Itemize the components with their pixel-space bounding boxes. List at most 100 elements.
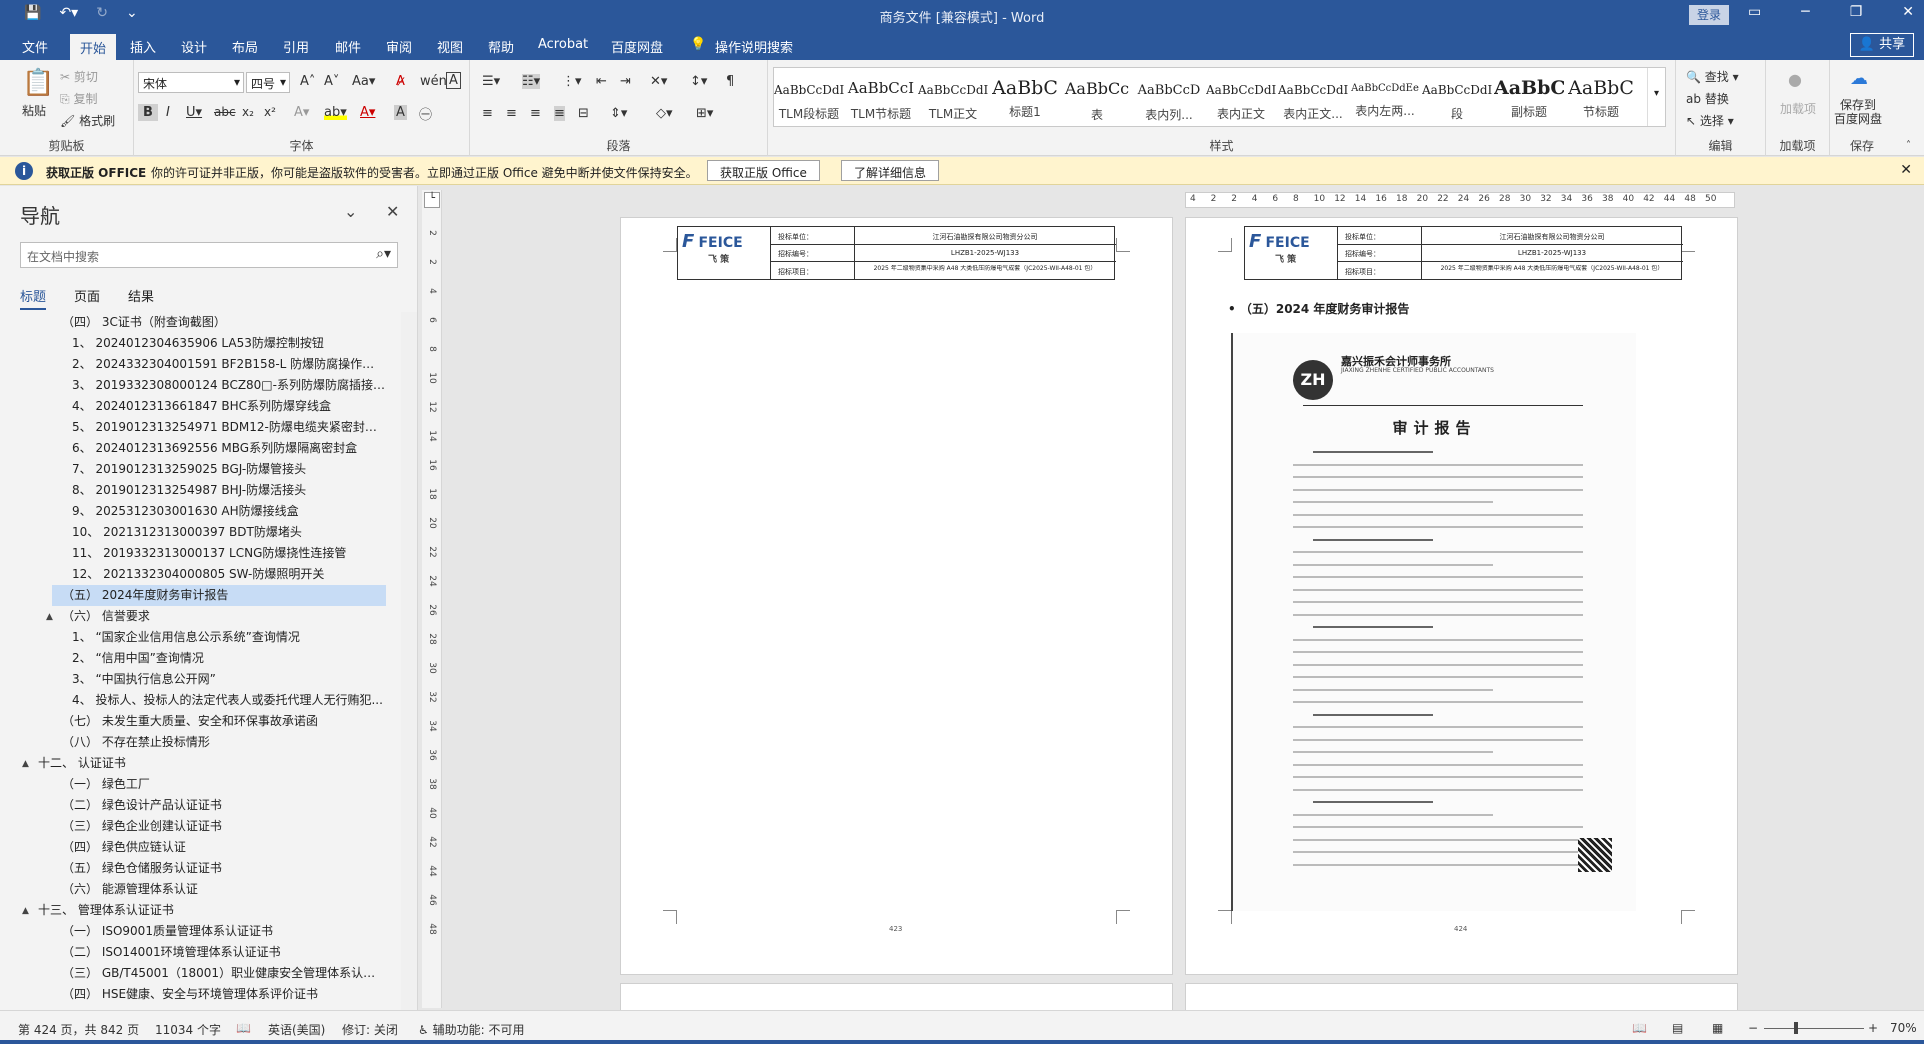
nav-heading-item[interactable]: （一） ISO9001质量管理体系认证证书: [62, 921, 386, 942]
login-button[interactable]: 登录: [1689, 5, 1729, 25]
nav-heading-item[interactable]: （二） ISO14001环境管理体系认证证书: [62, 942, 386, 963]
font-color-icon[interactable]: A▾: [360, 105, 375, 120]
save-to-baidu-button[interactable]: 保存到 百度网盘: [1834, 98, 1882, 126]
learn-more-button[interactable]: 了解详细信息: [841, 160, 940, 181]
tab-file[interactable]: 文件: [22, 37, 48, 56]
style-item[interactable]: AaBbCcDdEe 表内左两...: [1350, 73, 1420, 129]
underline-icon[interactable]: U▾: [186, 105, 202, 120]
distributed-icon[interactable]: ⊟: [578, 106, 589, 121]
print-layout-icon[interactable]: ▤: [1672, 1021, 1683, 1035]
page-left[interactable]: F FEICE 飞 策 投标单位： 江河石油勘探有限公司物资分公司 招标编号： …: [620, 217, 1173, 975]
nav-tab-pages[interactable]: 页面: [74, 286, 100, 310]
nav-heading-item[interactable]: （五） 绿色仓储服务认证证书: [62, 858, 386, 879]
nav-heading-item[interactable]: （三） GB/T45001（18001）职业健康安全管理体系认证...: [62, 963, 386, 984]
subscript-icon[interactable]: x₂: [242, 105, 254, 119]
horizontal-ruler[interactable]: 4 2 2 4 6 8 10 12 14 16 18 20 22 24 26 28 30 32 34 36 38 40 42…: [1185, 192, 1735, 208]
chevron-down-icon[interactable]: ⌄: [344, 202, 357, 221]
enclose-char-icon[interactable]: ㊀: [419, 104, 432, 123]
close-icon[interactable]: ✕: [386, 202, 399, 221]
nav-heading-item[interactable]: 3、 “中国执行信息公开网”: [72, 669, 386, 690]
select-button[interactable]: ↖ 选择 ▾: [1686, 112, 1734, 129]
justify-icon[interactable]: ≡: [554, 106, 565, 121]
nav-heading-item[interactable]: 7、 2019012313259025 BGJ-防爆管接头: [72, 459, 386, 480]
get-genuine-button[interactable]: 获取正版 Office: [707, 160, 820, 181]
nav-heading-item[interactable]: （八） 不存在禁止投标情形: [62, 732, 386, 753]
nav-heading-item[interactable]: 12、 2021332304000805 SW-防爆照明开关: [72, 564, 386, 585]
bold-icon[interactable]: B: [138, 104, 158, 121]
nav-tab-results[interactable]: 结果: [128, 286, 154, 310]
word-count[interactable]: 11034 个字: [155, 1021, 221, 1038]
zoom-slider-thumb[interactable]: [1794, 1022, 1798, 1034]
zoom-slider[interactable]: [1764, 1028, 1864, 1029]
nav-heading-item[interactable]: 9、 2025312303001630 AH防爆接线盒: [72, 501, 386, 522]
proofing-icon[interactable]: 📖: [236, 1021, 251, 1035]
char-shading-icon[interactable]: A: [394, 105, 407, 120]
tab-references[interactable]: 引用: [283, 37, 309, 56]
pinyin-icon[interactable]: wén: [420, 74, 447, 89]
collapse-ribbon-icon[interactable]: ˄: [1906, 140, 1911, 151]
tab-home[interactable]: 开始: [70, 34, 117, 60]
zoom-level[interactable]: 70%: [1890, 1021, 1917, 1035]
chinese-layout-icon[interactable]: ✕▾: [650, 74, 667, 89]
caret-icon[interactable]: ▲: [22, 906, 29, 916]
char-border-icon[interactable]: A: [446, 72, 461, 89]
share-button[interactable]: 👤 共享: [1850, 33, 1914, 57]
nav-heading-item[interactable]: 2、 “信用中国”查询情况: [72, 648, 386, 669]
nav-heading-item[interactable]: （四） 3C证书（附查询截图）: [62, 312, 386, 333]
nav-heading-item[interactable]: （六） 能源管理体系认证: [62, 879, 386, 900]
tab-baidu-pan[interactable]: 百度网盘: [611, 37, 663, 56]
tab-acrobat[interactable]: Acrobat: [538, 37, 588, 52]
replace-button[interactable]: ab 替换: [1686, 90, 1729, 107]
nav-heading-item[interactable]: （五） 2024年度财务审计报告: [52, 585, 386, 606]
nav-heading-item[interactable]: （二） 绿色设计产品认证证书: [62, 795, 386, 816]
close-icon[interactable]: ✕: [1900, 162, 1912, 178]
tab-mailings[interactable]: 邮件: [335, 37, 361, 56]
decrease-indent-icon[interactable]: ⇤: [596, 74, 607, 89]
style-item[interactable]: AaBbC 节标题: [1566, 73, 1636, 129]
align-left-icon[interactable]: ≡: [482, 106, 493, 121]
tab-view[interactable]: 视图: [437, 37, 463, 56]
font-size-select[interactable]: 四号 ▾: [246, 72, 290, 93]
style-item[interactable]: AaBbC 标题1: [990, 73, 1060, 129]
tab-insert[interactable]: 插入: [130, 37, 156, 56]
find-button[interactable]: 🔍 查找 ▾: [1686, 68, 1739, 85]
style-item[interactable]: AaBbC 副标题: [1494, 73, 1564, 129]
italic-icon[interactable]: I: [166, 105, 170, 120]
style-item[interactable]: AaBbCcDdI 表内正文...: [1278, 73, 1348, 129]
tab-design[interactable]: 设计: [181, 37, 207, 56]
styles-expand-icon[interactable]: ▾: [1647, 68, 1665, 126]
copy-button[interactable]: ⎘ 复制: [60, 90, 97, 107]
style-item[interactable]: AaBbCcDdI TLM段标题: [774, 73, 844, 129]
accessibility-status[interactable]: ♿ 辅助功能: 不可用: [418, 1021, 524, 1038]
strikethrough-icon[interactable]: abc: [214, 105, 236, 119]
format-painter-button[interactable]: 🖌 格式刷: [60, 112, 115, 129]
caret-icon[interactable]: ▲: [46, 612, 53, 622]
style-item[interactable]: AaBbCcDdI TLM正文: [918, 73, 988, 129]
tab-help[interactable]: 帮助: [488, 37, 514, 56]
minimize-icon[interactable]: ─: [1801, 4, 1809, 20]
borders-icon[interactable]: ⊞▾: [696, 106, 713, 121]
search-icon[interactable]: ⌕▾: [376, 246, 391, 262]
audit-report-image[interactable]: ZH 嘉兴振禾会计师事务所 JIAXING ZHENHE CERTIFIED P…: [1231, 333, 1636, 911]
nav-tab-headings[interactable]: 标题: [20, 286, 47, 310]
multilevel-list-icon[interactable]: ⋮▾: [562, 74, 582, 89]
read-mode-icon[interactable]: 📖: [1632, 1021, 1647, 1035]
paste-icon[interactable]: 📋: [22, 68, 54, 98]
shrink-font-icon[interactable]: A˅: [324, 74, 339, 89]
nav-heading-item[interactable]: 6、 2024012313692556 MBG系列防爆隔离密封盒: [72, 438, 386, 459]
increase-indent-icon[interactable]: ⇥: [620, 74, 631, 89]
change-case-icon[interactable]: Aa▾: [352, 74, 375, 89]
style-item[interactable]: AaBbCcDdI 表内正文: [1206, 73, 1276, 129]
style-item[interactable]: AaBbCcD 表内列...: [1134, 73, 1204, 129]
baidu-cloud-icon[interactable]: ☁: [1850, 68, 1868, 89]
nav-heading-item[interactable]: 十三、 管理体系认证证书: [38, 900, 386, 921]
align-center-icon[interactable]: ≡: [506, 106, 517, 121]
paste-button[interactable]: 粘贴: [22, 102, 46, 119]
page-next-right[interactable]: [1185, 983, 1738, 1010]
web-layout-icon[interactable]: ▦: [1712, 1021, 1723, 1035]
tab-layout[interactable]: 布局: [232, 37, 258, 56]
addin-button[interactable]: 加载项: [1780, 100, 1816, 117]
tell-me-search[interactable]: 操作说明搜索: [715, 37, 793, 56]
text-effects-icon[interactable]: A▾: [294, 105, 309, 120]
nav-heading-item[interactable]: 5、 2019012313254971 BDM12-防爆电缆夹紧密封接头: [72, 417, 386, 438]
